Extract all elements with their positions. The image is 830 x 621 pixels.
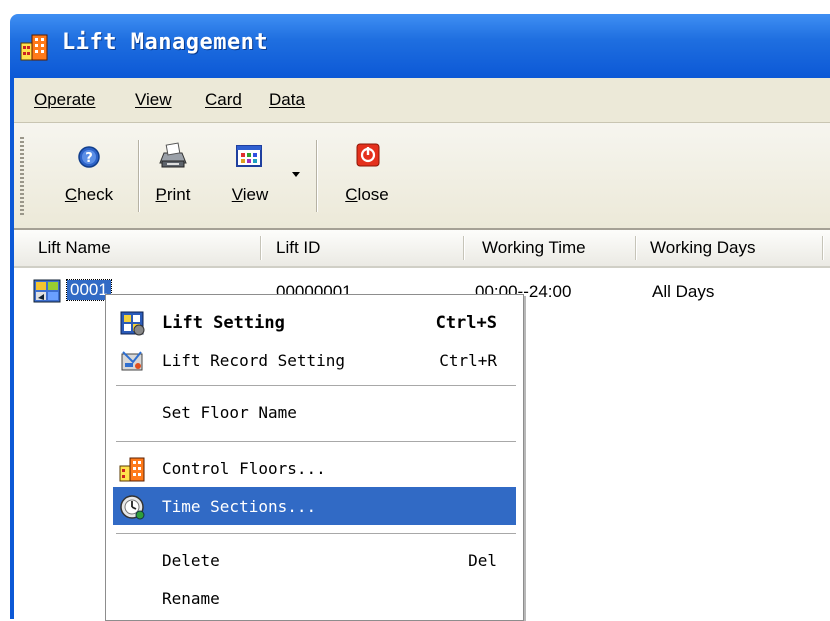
menu-item-lift-record-setting[interactable]: Lift Record Setting Ctrl+R bbox=[106, 341, 523, 379]
menu-item-shortcut: Ctrl+S bbox=[435, 313, 497, 333]
menu-item-lift-setting[interactable]: Lift Setting Ctrl+S bbox=[106, 303, 523, 341]
menu-item-label: Set Floor Name bbox=[162, 403, 297, 422]
menu-bar: Operate View Card Data bbox=[14, 78, 830, 123]
print-button[interactable]: Print bbox=[150, 142, 196, 211]
menu-card[interactable]: Card bbox=[205, 90, 242, 110]
toolbar-separator bbox=[316, 140, 317, 212]
column-divider[interactable] bbox=[463, 236, 464, 260]
working-days-cell: All Days bbox=[652, 282, 715, 301]
svg-text:?: ? bbox=[85, 151, 93, 166]
close-button[interactable]: Close bbox=[336, 143, 398, 211]
print-label: Print bbox=[155, 185, 191, 204]
lift-setting-icon bbox=[120, 311, 145, 336]
close-label: Close bbox=[345, 185, 389, 204]
lift-device-icon bbox=[33, 279, 61, 303]
menu-operate[interactable]: Operate bbox=[34, 90, 95, 110]
menu-item-rename[interactable]: Rename bbox=[106, 579, 523, 617]
toolbar bbox=[14, 123, 830, 230]
check-button[interactable]: ? Check bbox=[56, 145, 122, 211]
control-floors-icon bbox=[119, 457, 145, 482]
record-setting-icon bbox=[121, 351, 143, 371]
column-divider[interactable] bbox=[822, 236, 823, 260]
menu-item-label: Lift Setting bbox=[162, 313, 285, 333]
menu-item-label: Lift Record Setting bbox=[162, 351, 346, 370]
menu-data[interactable]: Data bbox=[269, 90, 305, 110]
menu-item-control-floors[interactable]: Control Floors... bbox=[106, 449, 523, 487]
column-header-working-days[interactable]: Working Days bbox=[650, 238, 756, 258]
time-sections-icon bbox=[120, 495, 145, 520]
column-header-lift-id[interactable]: Lift ID bbox=[276, 238, 320, 258]
grid-view-icon bbox=[236, 145, 262, 167]
window-title: Lift Management bbox=[62, 30, 269, 55]
menu-item-label: Time Sections... bbox=[162, 497, 317, 516]
title-bar[interactable]: Lift Management bbox=[10, 14, 830, 79]
context-menu: Lift Setting Ctrl+S Lift Record Setting … bbox=[105, 294, 524, 621]
view-dropdown-arrow-icon[interactable] bbox=[292, 172, 300, 177]
menu-separator bbox=[116, 441, 516, 442]
check-label: Check bbox=[64, 185, 114, 204]
menu-item-label: Control Floors... bbox=[162, 459, 326, 478]
power-close-icon bbox=[356, 143, 380, 167]
list-header: Lift Name Lift ID Working Time Working D… bbox=[14, 230, 830, 268]
menu-view[interactable]: View bbox=[135, 90, 172, 110]
menu-item-set-floor-name[interactable]: Set Floor Name bbox=[106, 393, 523, 431]
menu-item-delete[interactable]: Delete Del bbox=[106, 541, 523, 579]
printer-icon bbox=[159, 142, 187, 168]
column-divider[interactable] bbox=[635, 236, 636, 260]
column-header-working-time[interactable]: Working Time bbox=[482, 238, 586, 258]
menu-separator bbox=[116, 533, 516, 534]
menu-item-time-sections[interactable]: Time Sections... bbox=[113, 487, 516, 525]
menu-separator bbox=[116, 385, 516, 386]
app-building-icon bbox=[20, 34, 48, 61]
column-divider[interactable] bbox=[260, 236, 261, 260]
menu-item-label: Delete bbox=[162, 551, 220, 570]
menu-item-shortcut: Del bbox=[468, 551, 497, 570]
view-button[interactable]: View bbox=[220, 145, 280, 211]
help-icon: ? bbox=[78, 146, 100, 168]
menu-item-label: Rename bbox=[162, 589, 220, 608]
column-header-lift-name[interactable]: Lift Name bbox=[38, 238, 111, 258]
toolbar-grip[interactable] bbox=[20, 137, 24, 217]
view-label: View bbox=[231, 185, 269, 204]
menu-item-shortcut: Ctrl+R bbox=[439, 351, 497, 370]
toolbar-separator bbox=[138, 140, 139, 212]
